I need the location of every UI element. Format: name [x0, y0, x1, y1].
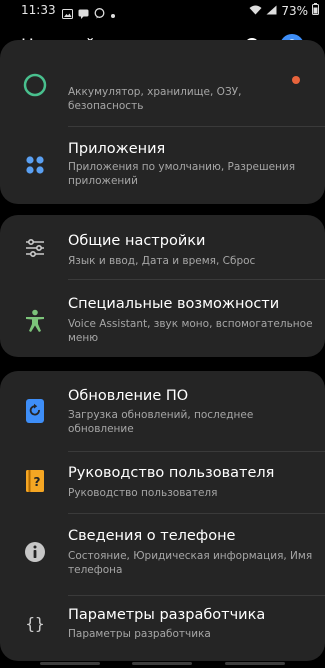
status-time: 11:33	[21, 3, 56, 17]
system-status-icons: 73%	[249, 3, 319, 18]
settings-item-subtitle: Параметры разработчика	[68, 628, 211, 640]
settings-item-title: Приложения	[68, 141, 166, 157]
nav-back-button[interactable]	[225, 662, 285, 665]
settings-item-apps[interactable]: Приложения Приложения по умолчанию, Разр…	[0, 127, 325, 204]
signal-icon	[266, 4, 277, 18]
settings-item-accessibility[interactable]: Специальные возможности Voice Assistant,…	[0, 280, 325, 357]
settings-item-developer-options[interactable]: {} Параметры разработчика Параметры разр…	[0, 596, 325, 661]
battery-percent: 73%	[281, 3, 308, 18]
settings-item-user-manual[interactable]: ? Руководство пользователя Руководство п…	[0, 452, 325, 513]
settings-item-subtitle: Загрузка обновлений, последнее обновлени…	[68, 409, 254, 435]
settings-item-title: Общие настройки	[68, 233, 206, 249]
settings-item-title: Руководство пользователя	[68, 465, 275, 481]
status-bar: 11:33 73%	[0, 0, 325, 22]
settings-item-device-care[interactable]: Аккумулятор, хранилище, ОЗУ, безопасност…	[0, 40, 325, 126]
apps-icon	[22, 152, 48, 178]
settings-group-2: Общие настройки Язык и ввод, Дата и врем…	[0, 215, 325, 357]
battery-icon	[312, 3, 319, 18]
settings-item-title: Специальные возможности	[68, 296, 280, 312]
software-update-icon	[22, 398, 48, 424]
navigation-bar	[0, 658, 325, 668]
settings-item-general[interactable]: Общие настройки Язык и ввод, Дата и врем…	[0, 215, 325, 279]
settings-item-software-update[interactable]: Обновление ПО Загрузка обновлений, после…	[0, 371, 325, 451]
settings-item-title: Обновление ПО	[68, 388, 189, 404]
chat-notification-icon	[78, 4, 89, 23]
settings-item-subtitle: Аккумулятор, хранилище, ОЗУ, безопасност…	[68, 86, 242, 112]
settings-item-subtitle: Руководство пользователя	[68, 487, 218, 499]
info-icon	[22, 539, 48, 565]
device-care-icon	[22, 72, 48, 98]
settings-group-1: Аккумулятор, хранилище, ОЗУ, безопасност…	[0, 40, 325, 204]
dot-notification-icon	[110, 4, 116, 23]
nav-recents-button[interactable]	[40, 662, 100, 665]
settings-item-subtitle: Voice Assistant, звук моно, вспомогатель…	[68, 318, 313, 344]
wifi-icon	[249, 4, 262, 18]
svg-text:?: ?	[34, 475, 41, 489]
viber-notification-icon	[94, 4, 105, 23]
user-manual-icon: ?	[22, 468, 48, 494]
gallery-notification-icon	[62, 4, 73, 23]
settings-item-subtitle: Состояние, Юридическая информация, Имя т…	[68, 550, 313, 576]
notification-icons	[62, 4, 116, 23]
settings-group-3: Обновление ПО Загрузка обновлений, после…	[0, 371, 325, 661]
update-badge-icon	[292, 76, 300, 84]
nav-home-button[interactable]	[132, 662, 192, 665]
settings-item-title: Сведения о телефоне	[68, 528, 236, 544]
settings-item-subtitle: Приложения по умолчанию, Разрешения прил…	[68, 161, 296, 187]
settings-item-about-phone[interactable]: Сведения о телефоне Состояние, Юридическ…	[0, 514, 325, 595]
developer-options-icon: {}	[25, 613, 45, 633]
settings-item-subtitle: Язык и ввод, Дата и время, Сброс	[68, 255, 256, 267]
settings-item-title: Параметры разработчика	[68, 607, 266, 623]
sliders-icon	[22, 235, 48, 261]
accessibility-icon	[22, 308, 48, 334]
